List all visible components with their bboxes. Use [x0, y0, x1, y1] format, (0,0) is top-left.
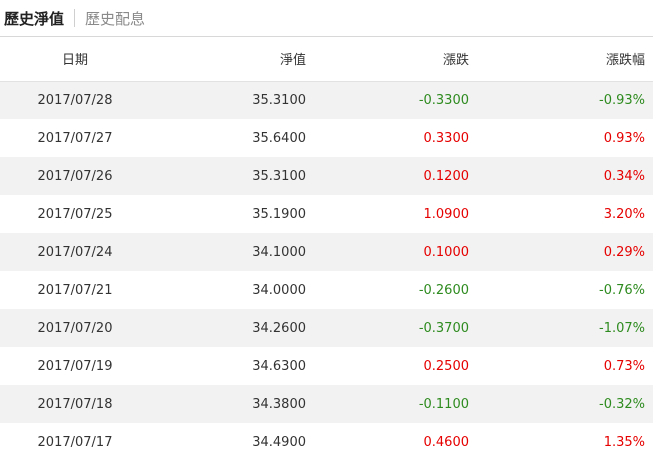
header-nav: 淨值	[150, 37, 306, 82]
tab-dividend-history[interactable]: 歷史配息	[75, 8, 145, 29]
cell-change: 0.3300	[423, 130, 470, 146]
cell-nav: 34.6300	[252, 358, 306, 374]
table-row: 2017/07/20 34.2600 -0.3700 -1.07%	[0, 309, 653, 347]
cell-change: 0.4600	[423, 434, 470, 450]
cell-nav: 34.1000	[252, 244, 306, 260]
table-row: 2017/07/24 34.1000 0.1000 0.29%	[0, 233, 653, 271]
cell-date: 2017/07/19	[37, 358, 113, 374]
cell-change: -0.2600	[418, 282, 469, 298]
cell-change: 0.1000	[423, 244, 470, 260]
header-change-pct: 漲跌幅	[469, 37, 653, 82]
cell-change-pct: 0.73%	[603, 358, 645, 374]
cell-change-pct: 0.34%	[603, 168, 645, 184]
cell-date: 2017/07/27	[37, 130, 113, 146]
cell-nav: 35.1900	[252, 206, 306, 222]
cell-nav: 35.6400	[252, 130, 306, 146]
cell-change-pct: 0.93%	[603, 130, 645, 146]
table-row: 2017/07/25 35.1900 1.0900 3.20%	[0, 195, 653, 233]
cell-date: 2017/07/18	[37, 396, 113, 412]
table-row: 2017/07/27 35.6400 0.3300 0.93%	[0, 119, 653, 157]
cell-change-pct: 0.29%	[603, 244, 645, 260]
cell-date: 2017/07/26	[37, 168, 113, 184]
cell-change-pct: -0.32%	[599, 396, 645, 412]
cell-change: 0.2500	[423, 358, 470, 374]
header-date: 日期	[0, 37, 150, 82]
table-body: 2017/07/28 35.3100 -0.3300 -0.93% 2017/07/27…	[0, 81, 653, 461]
cell-change: 1.0900	[423, 206, 470, 222]
cell-change-pct: -0.93%	[599, 92, 645, 108]
cell-date: 2017/07/24	[37, 244, 113, 260]
header-change: 漲跌	[306, 37, 469, 82]
cell-change-pct: 1.35%	[603, 434, 645, 450]
cell-change: -0.3700	[418, 320, 469, 336]
table-row: 2017/07/28 35.3100 -0.3300 -0.93%	[0, 81, 653, 119]
cell-date: 2017/07/25	[37, 206, 113, 222]
cell-nav: 34.2600	[252, 320, 306, 336]
cell-date: 2017/07/20	[37, 320, 113, 336]
cell-nav: 34.4900	[252, 434, 306, 450]
cell-nav: 35.3100	[252, 92, 306, 108]
cell-change-pct: -1.07%	[599, 320, 645, 336]
cell-nav: 34.3800	[252, 396, 306, 412]
cell-nav: 35.3100	[252, 168, 306, 184]
cell-date: 2017/07/17	[37, 434, 113, 450]
cell-change: -0.3300	[418, 92, 469, 108]
tab-bar: 歷史淨值 歷史配息	[0, 0, 653, 37]
cell-change: 0.1200	[423, 168, 470, 184]
cell-change-pct: 3.20%	[603, 206, 645, 222]
table-header-row: 日期 淨值 漲跌 漲跌幅	[0, 37, 653, 82]
cell-nav: 34.0000	[252, 282, 306, 298]
table-row: 2017/07/17 34.4900 0.4600 1.35%	[0, 423, 653, 461]
table-row: 2017/07/19 34.6300 0.2500 0.73%	[0, 347, 653, 385]
cell-change-pct: -0.76%	[599, 282, 645, 298]
cell-date: 2017/07/21	[37, 282, 113, 298]
tab-nav-history[interactable]: 歷史淨值	[0, 8, 74, 29]
nav-history-table: 日期 淨值 漲跌 漲跌幅 2017/07/28 35.3100 -0.3300 -0.…	[0, 37, 653, 461]
cell-change: -0.1100	[418, 396, 469, 412]
table-row: 2017/07/18 34.3800 -0.1100 -0.32%	[0, 385, 653, 423]
table-row: 2017/07/21 34.0000 -0.2600 -0.76%	[0, 271, 653, 309]
table-row: 2017/07/26 35.3100 0.1200 0.34%	[0, 157, 653, 195]
cell-date: 2017/07/28	[37, 92, 113, 108]
